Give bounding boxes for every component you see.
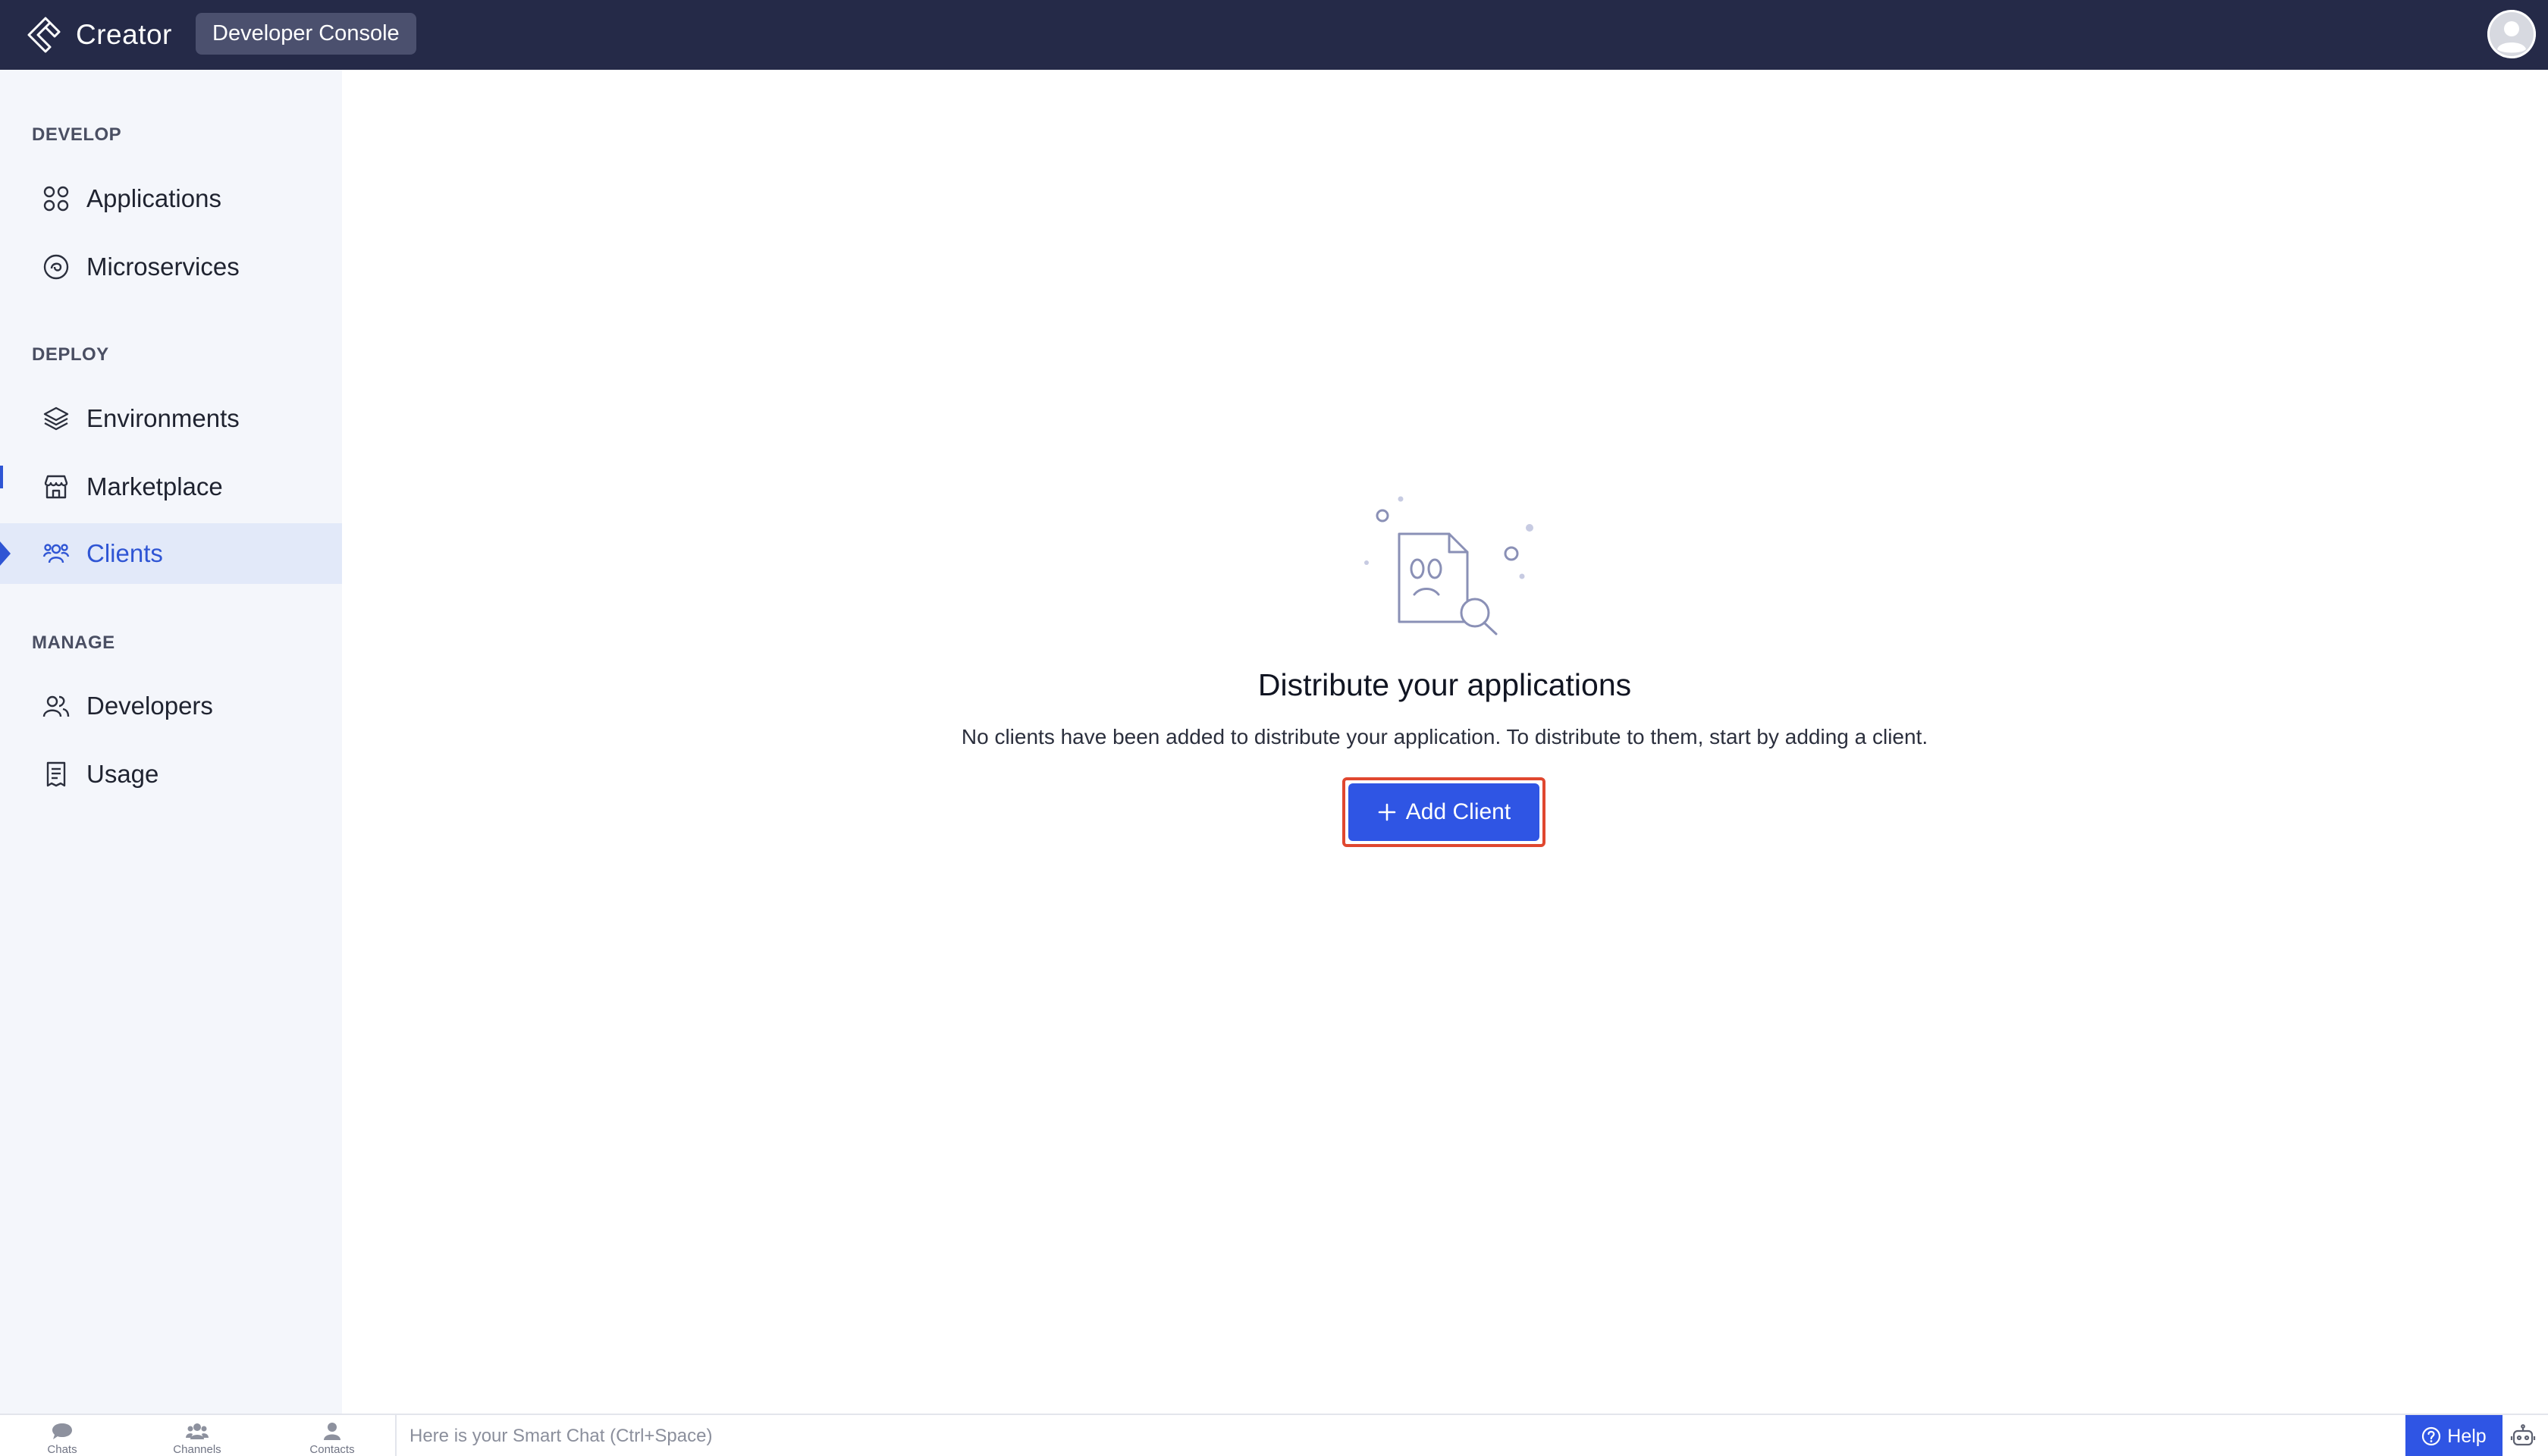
empty-state-illustration — [1364, 496, 1533, 635]
sidebar-item-label: Environments — [86, 404, 240, 432]
bot-assistant-icon[interactable] — [2510, 1424, 2536, 1448]
tab-label: Channels — [173, 1443, 221, 1456]
sidebar-item-applications[interactable]: Applications — [0, 168, 342, 229]
top-bar: Creator Developer Console — [0, 0, 2548, 70]
applications-icon — [42, 185, 70, 212]
add-client-label: Add Client — [1405, 799, 1511, 824]
tab-label: Contacts — [309, 1443, 355, 1456]
contact-person-icon — [324, 1423, 340, 1440]
bottom-bar: Chats Channels Contacts Here is your Sma… — [0, 1414, 2548, 1456]
sidebar-item-usage[interactable]: Usage — [0, 744, 342, 805]
sidebar-item-environments[interactable]: Environments — [0, 388, 342, 449]
section-label-deploy: DEPLOY — [32, 344, 109, 365]
user-avatar-icon — [2487, 10, 2536, 58]
section-label-manage: MANAGE — [32, 632, 115, 653]
sidebar-item-label: Microservices — [86, 253, 240, 281]
section-label-develop: DEVELOP — [32, 124, 122, 145]
tab-channels[interactable]: Channels — [152, 1415, 243, 1456]
sidebar-item-clients[interactable]: Clients — [0, 523, 342, 584]
help-button[interactable]: Help — [2405, 1415, 2502, 1456]
sidebar-item-label: Usage — [86, 760, 159, 788]
help-circle-icon — [2422, 1426, 2441, 1446]
sidebar-item-microservices[interactable]: Microservices — [0, 237, 342, 297]
creator-logo-icon — [27, 17, 61, 53]
tab-chats[interactable]: Chats — [17, 1415, 108, 1456]
sidebar-item-label: Clients — [86, 539, 163, 567]
tab-contacts[interactable]: Contacts — [287, 1415, 378, 1456]
empty-state-title: Distribute your applications — [1257, 667, 1632, 702]
sidebar-item-label: Applications — [86, 184, 221, 212]
sidebar-item-label: Developers — [86, 692, 213, 720]
add-client-button[interactable]: Add Client — [1348, 783, 1539, 841]
store-icon — [42, 473, 70, 500]
clients-icon — [42, 540, 70, 567]
plus-icon — [1378, 803, 1396, 821]
chat-bubble-icon — [52, 1423, 72, 1439]
brand-name: Creator — [76, 19, 172, 50]
developer-console-chip[interactable]: Developer Console — [196, 13, 416, 55]
active-indicator — [0, 541, 11, 566]
usage-icon — [42, 761, 70, 788]
help-label: Help — [2447, 1425, 2487, 1447]
channels-group-icon — [186, 1423, 209, 1439]
bottom-divider — [395, 1415, 397, 1456]
sidebar-item-label: Marketplace — [86, 472, 223, 500]
sidebar: DEVELOP Applications Microservices DEPLO… — [0, 70, 342, 1414]
empty-state-description: No clients have been added to distribute… — [961, 725, 1928, 748]
microservices-icon — [42, 253, 70, 281]
sidebar-item-developers[interactable]: Developers — [0, 676, 342, 736]
user-avatar[interactable] — [2487, 10, 2536, 58]
sidebar-item-marketplace[interactable]: Marketplace — [0, 457, 342, 517]
layers-icon — [42, 405, 70, 432]
developers-icon — [42, 692, 70, 720]
tab-label: Chats — [47, 1443, 77, 1456]
smart-chat-input[interactable]: Here is your Smart Chat (Ctrl+Space) — [410, 1423, 1623, 1450]
brand[interactable]: Creator — [23, 14, 172, 56]
